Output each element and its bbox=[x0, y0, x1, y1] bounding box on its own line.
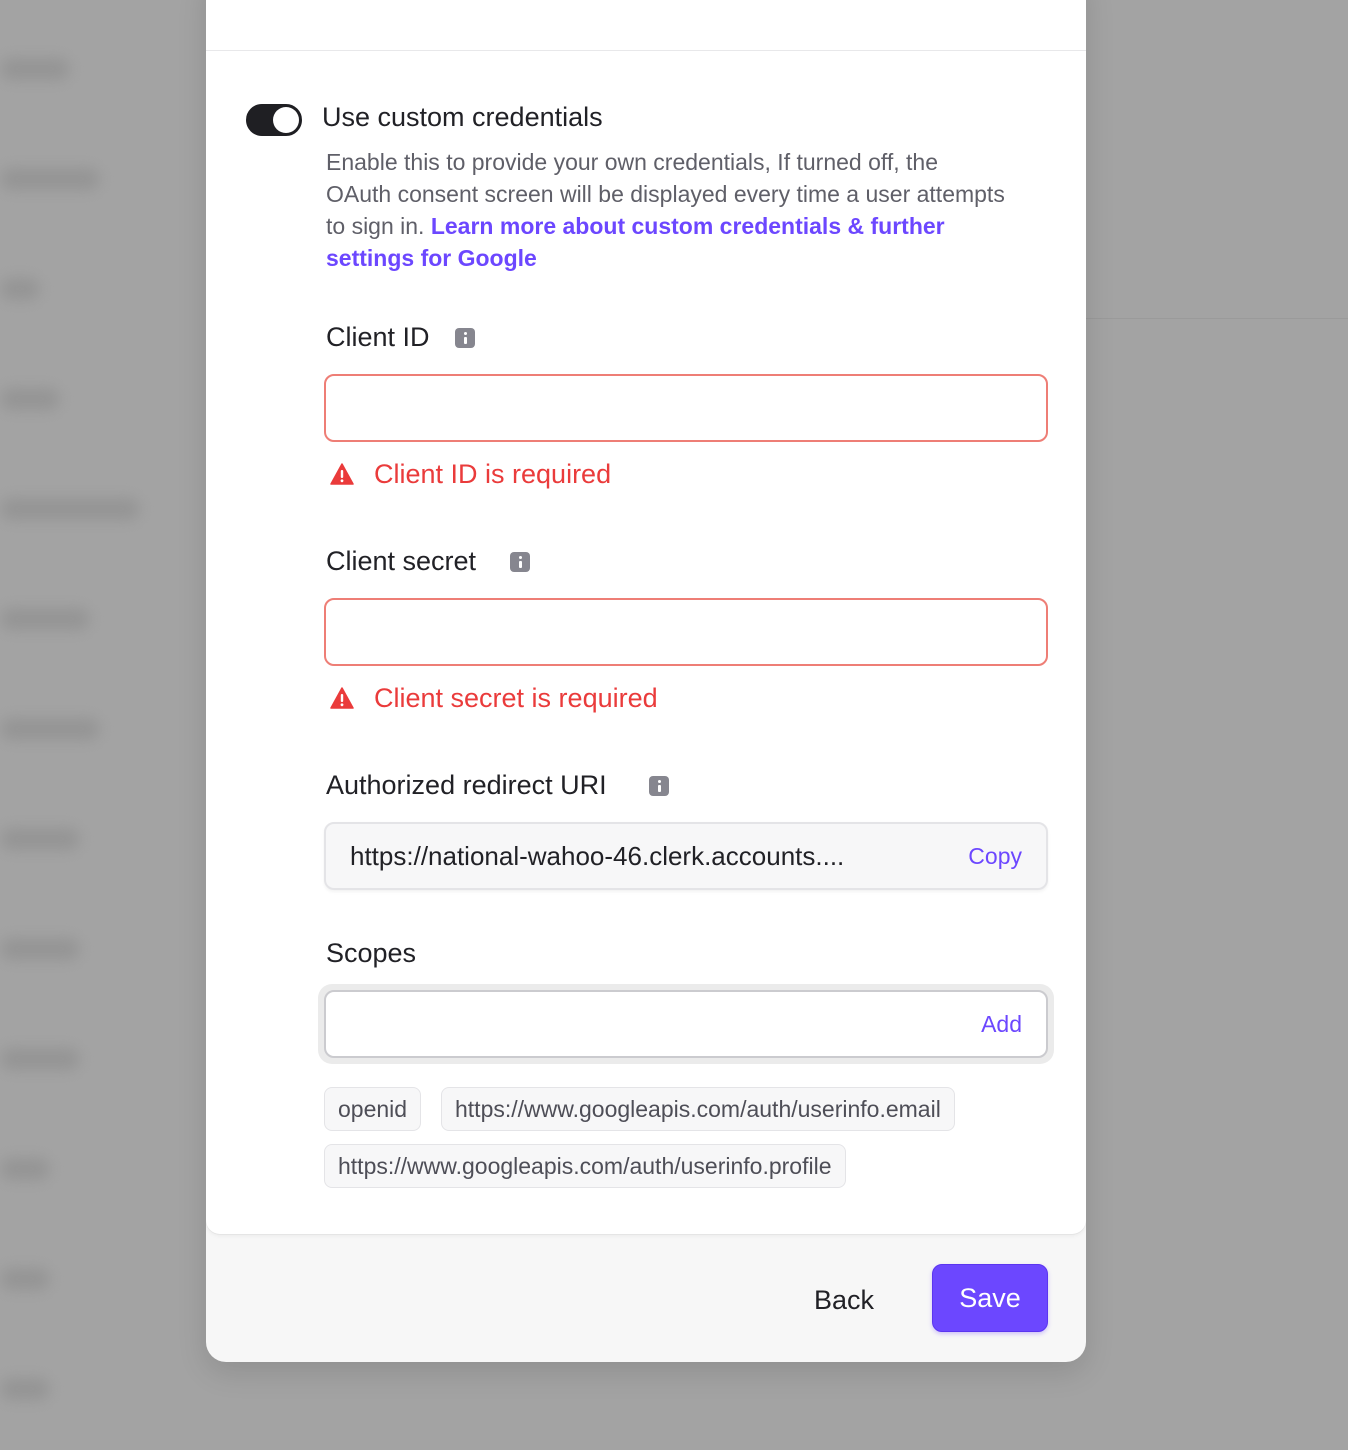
back-button[interactable]: Back bbox=[814, 1280, 874, 1320]
client-secret-error: Client secret is required bbox=[330, 682, 658, 714]
divider bbox=[206, 50, 1086, 51]
scopes-input[interactable]: Add bbox=[324, 990, 1048, 1058]
modal-body: Use custom credentials Enable this to pr… bbox=[206, 0, 1086, 1234]
client-secret-input[interactable] bbox=[324, 598, 1048, 666]
background-item bbox=[0, 828, 80, 850]
scopes-input-focus-ring: Add bbox=[318, 984, 1054, 1064]
background-item bbox=[0, 718, 100, 740]
background-item bbox=[0, 1268, 50, 1290]
redirect-uri-label: Authorized redirect URI bbox=[326, 770, 607, 800]
background-item bbox=[0, 608, 90, 630]
scope-chip[interactable]: https://www.googleapis.com/auth/userinfo… bbox=[441, 1087, 955, 1131]
save-button[interactable]: Save bbox=[932, 1264, 1048, 1332]
client-id-label: Client ID bbox=[326, 322, 430, 352]
background-item bbox=[0, 1048, 80, 1070]
background-item bbox=[0, 1378, 50, 1400]
info-icon[interactable] bbox=[510, 552, 530, 572]
client-secret-error-text: Client secret is required bbox=[374, 682, 658, 713]
scope-chip[interactable]: openid bbox=[324, 1087, 422, 1131]
scopes-label: Scopes bbox=[326, 938, 417, 968]
background-item bbox=[0, 168, 100, 190]
custom-credentials-title: Use custom credentials bbox=[322, 102, 603, 132]
redirect-uri-field[interactable]: https://national-wahoo-46.clerk.accounts… bbox=[324, 822, 1048, 890]
client-secret-label: Client secret bbox=[326, 546, 477, 576]
background-item bbox=[0, 278, 40, 300]
custom-credentials-description: Enable this to provide your own credenti… bbox=[326, 146, 1006, 274]
background-item bbox=[0, 938, 80, 960]
background-item bbox=[0, 1158, 50, 1180]
info-icon[interactable] bbox=[455, 328, 475, 348]
redirect-uri-value: https://national-wahoo-46.clerk.accounts… bbox=[350, 840, 845, 871]
warning-icon bbox=[330, 687, 354, 709]
info-icon[interactable] bbox=[649, 776, 669, 796]
warning-icon bbox=[330, 463, 354, 485]
custom-credentials-toggle[interactable] bbox=[246, 104, 302, 136]
background-item bbox=[0, 498, 140, 520]
client-id-error: Client ID is required bbox=[330, 458, 611, 490]
oauth-settings-modal: Use custom credentials Enable this to pr… bbox=[206, 0, 1086, 1362]
toggle-knob bbox=[273, 107, 299, 133]
scope-chip[interactable]: https://www.googleapis.com/auth/userinfo… bbox=[324, 1144, 846, 1188]
client-id-error-text: Client ID is required bbox=[374, 458, 612, 489]
add-scope-button[interactable]: Add bbox=[981, 1011, 1022, 1038]
background-item bbox=[0, 58, 70, 80]
background-item bbox=[0, 388, 60, 410]
client-id-input[interactable] bbox=[324, 374, 1048, 442]
background-divider bbox=[1086, 318, 1348, 319]
copy-button[interactable]: Copy bbox=[968, 843, 1022, 870]
